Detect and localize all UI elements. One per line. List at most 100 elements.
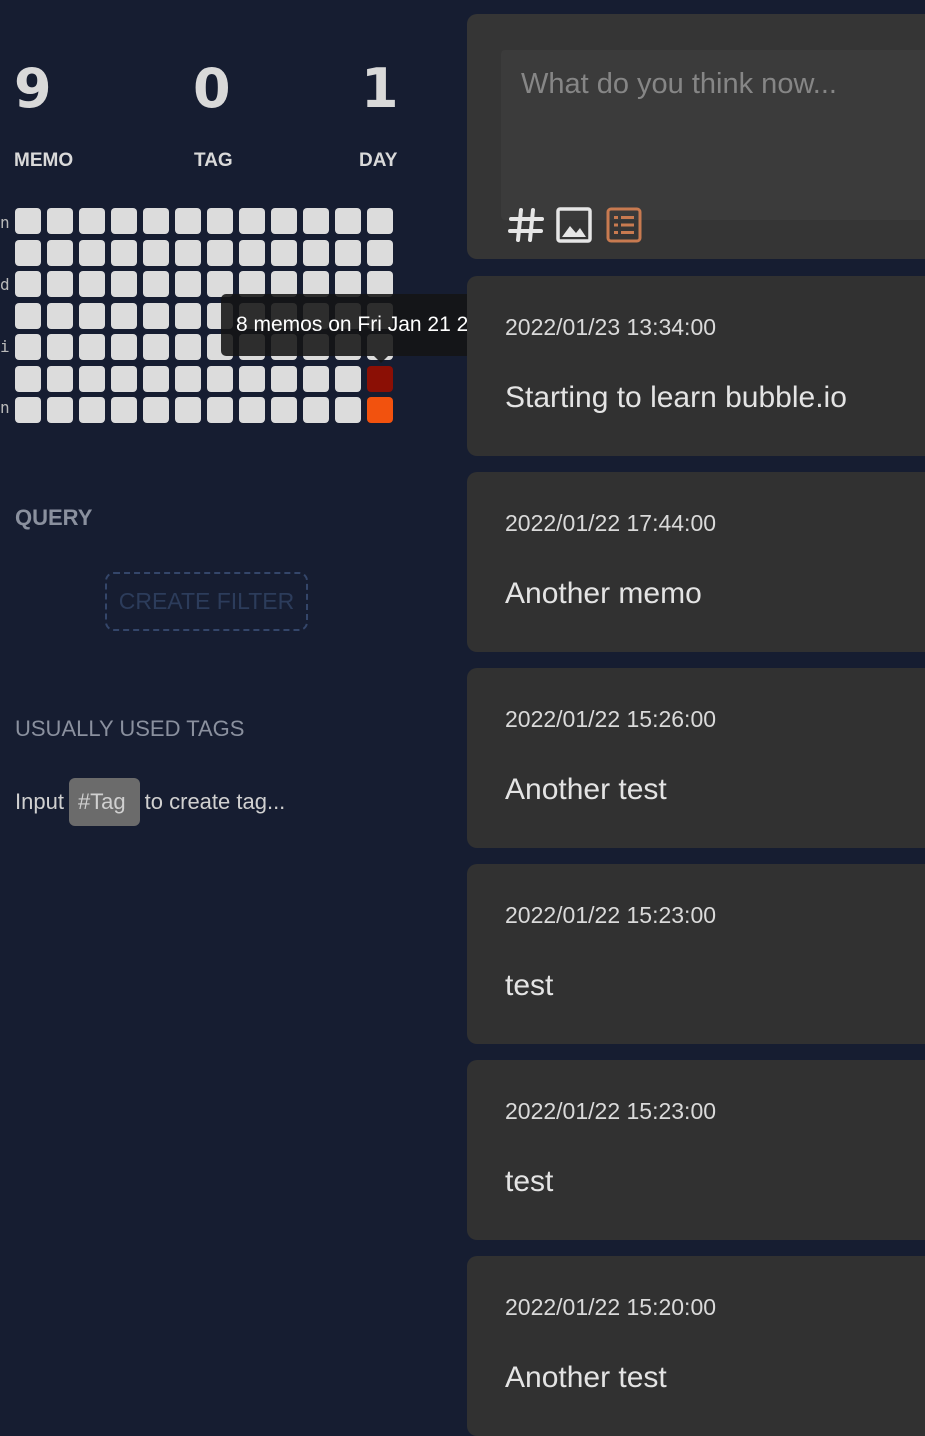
memo-card[interactable]: 2022/01/22 17:44:00 Another memo — [467, 472, 925, 652]
heatmap-cell[interactable] — [303, 366, 329, 392]
heatmap-cell[interactable] — [79, 271, 105, 297]
heatmap-cell[interactable] — [47, 397, 73, 423]
heatmap-cell[interactable] — [47, 366, 73, 392]
heatmap-cell[interactable] — [175, 397, 201, 423]
heatmap-cell[interactable] — [143, 334, 169, 360]
heatmap-cell[interactable] — [47, 334, 73, 360]
memo-card[interactable]: 2022/01/22 15:23:00 test — [467, 864, 925, 1044]
heatmap-cell[interactable] — [207, 208, 233, 234]
heatmap-cell[interactable] — [175, 303, 201, 329]
heatmap-cell[interactable] — [15, 397, 41, 423]
heatmap-cell[interactable] — [15, 240, 41, 266]
heatmap-cell[interactable] — [15, 208, 41, 234]
tag-label: TAG — [194, 150, 233, 171]
heatmap-cell[interactable] — [47, 240, 73, 266]
heatmap-cell[interactable] — [15, 303, 41, 329]
heatmap-cell[interactable] — [79, 334, 105, 360]
heatmap-cell[interactable] — [143, 271, 169, 297]
heatmap-cell[interactable] — [303, 208, 329, 234]
heatmap-cell[interactable] — [207, 366, 233, 392]
heatmap-cell[interactable] — [335, 240, 361, 266]
heatmap-cell[interactable] — [79, 366, 105, 392]
memo-timestamp: 2022/01/22 15:23:00 — [505, 1098, 717, 1124]
heatmap-cell[interactable] — [239, 397, 265, 423]
memo-content: Another test — [505, 773, 667, 806]
heatmap-cell[interactable] — [367, 240, 393, 266]
heatmap-cell[interactable] — [367, 208, 393, 234]
heatmap-cell[interactable] — [111, 208, 137, 234]
heatmap-cell[interactable] — [79, 303, 105, 329]
heatmap-cell[interactable] — [271, 208, 297, 234]
memo-card[interactable]: 2022/01/22 15:26:00 Another test — [467, 668, 925, 848]
memo-card[interactable]: 2022/01/22 15:20:00 Another test — [467, 1256, 925, 1436]
heatmap-cell[interactable] — [15, 334, 41, 360]
heatmap-cell[interactable] — [303, 397, 329, 423]
memo-card[interactable]: 2022/01/22 15:23:00 test — [467, 1060, 925, 1240]
memo-content: Starting to learn bubble.io — [505, 381, 847, 414]
heatmap-cell[interactable] — [143, 240, 169, 266]
memo-label: MEMO — [14, 150, 74, 171]
heatmap-cell[interactable] — [79, 397, 105, 423]
create-filter-button[interactable]: CREATE FILTER — [105, 572, 308, 631]
memo-stat[interactable]: 9 MEMO — [14, 57, 73, 172]
memo-timestamp: 2022/01/23 13:34:00 — [505, 314, 717, 340]
heatmap-cell[interactable] — [15, 366, 41, 392]
heatmap-cell[interactable] — [15, 271, 41, 297]
heatmap-cell[interactable] — [335, 208, 361, 234]
heatmap-cell[interactable] — [335, 397, 361, 423]
heatmap-cell[interactable] — [175, 240, 201, 266]
memo-input[interactable] — [521, 64, 925, 104]
heatmap-cell[interactable] — [111, 271, 137, 297]
heatmap-cell[interactable] — [111, 334, 137, 360]
heatmap-cell[interactable] — [111, 366, 137, 392]
heatmap-cell[interactable] — [239, 208, 265, 234]
heatmap-cell[interactable] — [303, 240, 329, 266]
heatmap-cell[interactable] — [143, 397, 169, 423]
heatmap-cell[interactable] — [111, 240, 137, 266]
weekday-label: d — [0, 275, 10, 294]
memo-timestamp: 2022/01/22 15:23:00 — [505, 902, 717, 928]
heatmap-cell[interactable] — [239, 240, 265, 266]
heatmap-cell[interactable] — [175, 271, 201, 297]
heatmap-cell-active[interactable] — [367, 397, 393, 423]
day-label: DAY — [359, 150, 398, 171]
heatmap-cell[interactable] — [335, 366, 361, 392]
heatmap-cell[interactable] — [207, 397, 233, 423]
heatmap-cell[interactable] — [175, 334, 201, 360]
tag-stat[interactable]: 0 TAG — [193, 62, 233, 172]
heatmap-cell[interactable] — [111, 397, 137, 423]
heatmap-cell[interactable] — [47, 208, 73, 234]
list-icon[interactable] — [605, 206, 643, 244]
memo-editor — [467, 14, 925, 259]
heatmap-cell[interactable] — [271, 366, 297, 392]
tag-chip: #Tag — [68, 778, 140, 826]
heatmap-cell[interactable] — [47, 271, 73, 297]
heatmap-cell[interactable] — [175, 366, 201, 392]
heatmap-cell[interactable] — [79, 208, 105, 234]
tag-hint-prefix: Input — [15, 789, 64, 814]
heatmap-cell[interactable] — [239, 366, 265, 392]
heatmap-cell[interactable] — [143, 303, 169, 329]
memo-timestamp: 2022/01/22 15:20:00 — [505, 1294, 717, 1320]
heatmap-cell[interactable] — [271, 397, 297, 423]
tag-hint-suffix: to create tag... — [144, 789, 286, 814]
heatmap-cell-active[interactable] — [367, 366, 393, 392]
hash-icon[interactable] — [507, 206, 545, 244]
editor-box — [501, 50, 925, 243]
day-stat[interactable]: 1 DAY — [359, 62, 399, 172]
image-icon[interactable] — [555, 206, 593, 244]
heatmap-cell[interactable] — [175, 208, 201, 234]
heatmap-cell[interactable] — [47, 303, 73, 329]
heatmap-cell[interactable] — [79, 240, 105, 266]
heatmap-cell[interactable] — [271, 240, 297, 266]
memo-timestamp: 2022/01/22 15:26:00 — [505, 706, 717, 732]
memo-count: 9 — [14, 57, 52, 120]
memo-card[interactable]: 2022/01/23 13:34:00 Starting to learn bu… — [467, 276, 925, 456]
heatmap-cell[interactable] — [143, 366, 169, 392]
heatmap-cell[interactable] — [111, 303, 137, 329]
heatmap-cell[interactable] — [207, 240, 233, 266]
memo-content: test — [505, 1165, 554, 1198]
memo-content: Another test — [505, 1361, 667, 1394]
sidebar: 9 MEMO 0 TAG 1 DAY n d i n 8 memos on Fr… — [0, 0, 549, 1435]
heatmap-cell[interactable] — [143, 208, 169, 234]
